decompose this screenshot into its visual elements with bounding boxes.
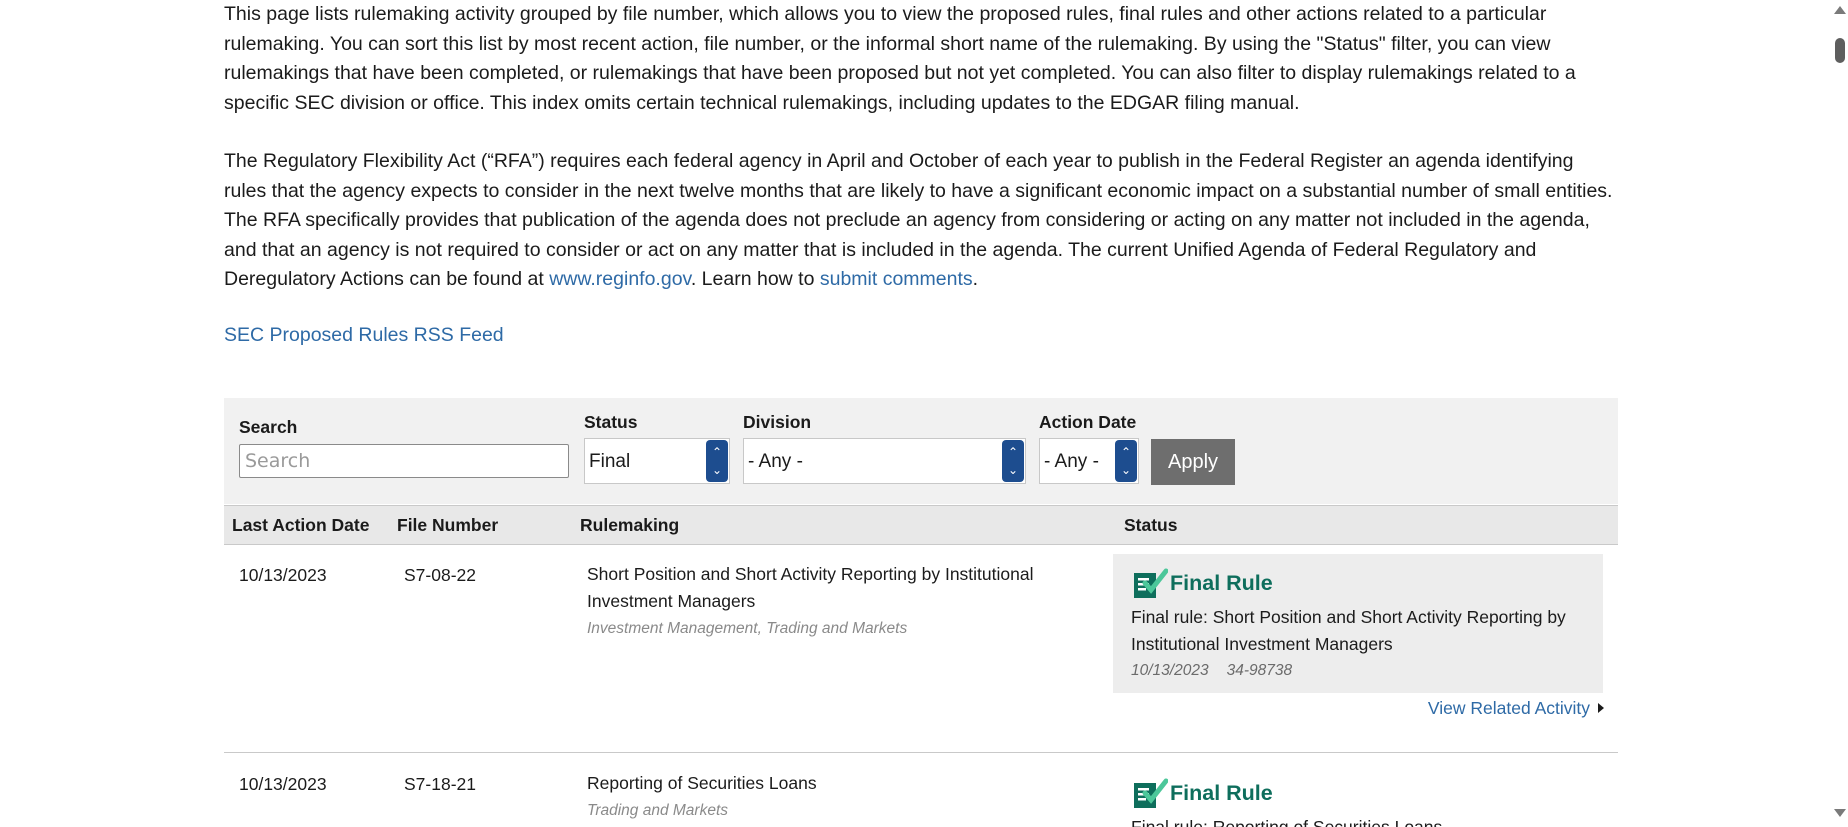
table-header: Last Action Date File Number Rulemaking … <box>224 505 1618 545</box>
rulemaking-divisions: Investment Management, Trading and Marke… <box>587 620 908 637</box>
division-select[interactable]: - Any - ⌃ ⌄ <box>743 438 1026 484</box>
final-rule-check-icon <box>1134 778 1168 808</box>
updown-arrows-icon: ⌃ ⌄ <box>706 440 728 482</box>
column-header-status: Status <box>1124 515 1178 535</box>
status-label: Final Rule <box>1170 781 1273 805</box>
file-number: S7-08-22 <box>404 565 476 585</box>
status-date: 10/13/2023 <box>1131 662 1209 679</box>
column-header-file-number[interactable]: File Number <box>397 515 498 536</box>
intro-text: This page lists rulemaking activity grou… <box>224 0 1620 295</box>
search-input[interactable] <box>239 444 569 478</box>
search-label: Search <box>239 417 298 437</box>
updown-arrows-icon: ⌃ ⌄ <box>1002 440 1024 482</box>
division-select-value: - Any - <box>748 451 803 472</box>
status-card: Final Rule Final rule: Short Position an… <box>1113 554 1603 693</box>
last-action-date: 10/13/2023 <box>239 565 327 585</box>
status-description[interactable]: Final rule: Reporting of Securities Loan… <box>1131 814 1591 827</box>
rulemaking-title: Reporting of Securities Loans <box>587 773 817 793</box>
intro-text-part: . <box>972 268 979 290</box>
scrollbar-thumb[interactable] <box>1835 38 1845 63</box>
intro-paragraph-2: The Regulatory Flexibility Act (“RFA”) r… <box>224 147 1620 295</box>
table-row: 10/13/2023 S7-08-22 Short Position and S… <box>224 543 1618 752</box>
updown-arrows-icon: ⌃ ⌄ <box>1115 440 1137 482</box>
submit-comments-link[interactable]: submit comments <box>820 268 973 290</box>
status-label: Final Rule <box>1170 571 1273 595</box>
filter-bar: Search Status Final ⌃⌄ Division - Any - … <box>224 398 1618 504</box>
action-date-select-value: - Any - <box>1044 451 1099 472</box>
action-date-select[interactable]: - Any - ⌃ ⌄ <box>1039 438 1139 484</box>
status-select[interactable]: Final ⌃ ⌄ <box>584 438 730 484</box>
table-row: 10/13/2023 S7-18-21 Reporting of Securit… <box>224 753 1618 827</box>
intro-paragraph-1: This page lists rulemaking activity grou… <box>224 3 1576 114</box>
status-meta: 10/13/2023 34-98738 <box>1131 662 1292 680</box>
status-label: Status <box>584 412 638 432</box>
reginfo-link[interactable]: www.reginfo.gov <box>549 268 691 290</box>
caret-right-icon <box>1598 703 1604 713</box>
rss-feed-link[interactable]: SEC Proposed Rules RSS Feed <box>224 324 504 347</box>
action-date-label: Action Date <box>1039 412 1137 432</box>
status-description[interactable]: Final rule: Short Position and Short Act… <box>1131 604 1591 658</box>
rulemaking-title: Short Position and Short Activity Report… <box>587 564 1034 611</box>
file-number: S7-18-21 <box>404 774 476 794</box>
scroll-up-arrow-icon[interactable] <box>1834 6 1846 14</box>
vertical-scrollbar[interactable] <box>1830 0 1848 827</box>
last-action-date: 10/13/2023 <box>239 774 327 794</box>
intro-text-part: . Learn how to <box>690 268 820 290</box>
final-rule-check-icon <box>1134 568 1168 598</box>
view-related-activity-link[interactable]: View Related Activity <box>1428 698 1604 719</box>
column-header-rulemaking[interactable]: Rulemaking <box>580 515 679 536</box>
scroll-down-arrow-icon[interactable] <box>1834 809 1846 817</box>
rulemaking-divisions: Trading and Markets <box>587 802 728 819</box>
status-select-value: Final <box>589 451 631 472</box>
column-header-last-action-date[interactable]: Last Action Date <box>232 515 369 536</box>
apply-button[interactable]: Apply <box>1151 439 1235 485</box>
status-card: Final Rule Final rule: Reporting of Secu… <box>1113 764 1603 827</box>
view-related-activity-label: View Related Activity <box>1427 698 1590 718</box>
release-number: 34-98738 <box>1226 662 1293 679</box>
division-label: Division <box>743 412 812 432</box>
